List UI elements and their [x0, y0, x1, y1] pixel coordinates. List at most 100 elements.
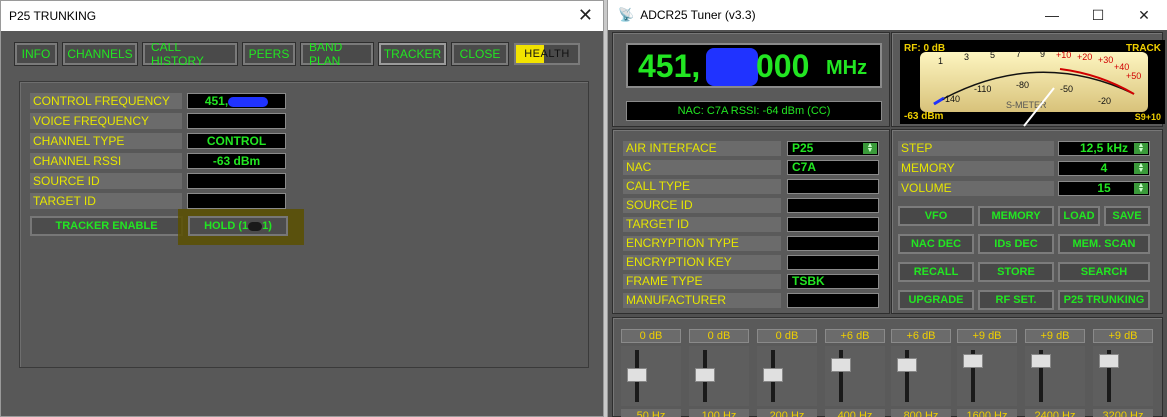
search-button[interactable]: SEARCH [1058, 262, 1150, 282]
maximize-icon[interactable]: ☐ [1075, 0, 1121, 30]
param-label: ENCRYPTION KEY [623, 255, 781, 270]
scale-mark: -140 [942, 94, 961, 104]
tuner-titlebar: 📡 ADCR25 Tuner (v3.3) — ☐ ✕ [608, 0, 1167, 30]
rf-set-button[interactable]: RF SET. [978, 290, 1054, 310]
close-icon[interactable]: ✕ [1121, 0, 1167, 30]
eq-slider-50hz[interactable] [621, 346, 681, 406]
slider-thumb[interactable] [763, 368, 783, 382]
memory-select[interactable]: 4 ▲ ▼ [1058, 161, 1150, 176]
param-value [787, 236, 879, 251]
tab-band-plan[interactable]: BAND PLAN [300, 40, 374, 68]
eq-slider-800hz[interactable] [891, 346, 951, 406]
slider-thumb[interactable] [1099, 354, 1119, 368]
tracker-panel: CONTROL FREQUENCY 451, VOICE FREQUENCY C… [19, 81, 589, 368]
close-icon[interactable]: ✕ [578, 6, 593, 24]
spinner-icon[interactable]: ▲ ▼ [1134, 162, 1148, 174]
frequency-prefix: 451, [638, 48, 701, 84]
eq-band-label: 100 Hz [689, 409, 749, 417]
scale-mark: -20 [1098, 96, 1112, 106]
load-button[interactable]: LOAD [1058, 206, 1100, 226]
eq-band-label: 50 Hz [621, 409, 681, 417]
hold-prefix: HOLD (1 [204, 220, 249, 232]
setting-value: 15 [1097, 181, 1111, 195]
param-label: ENCRYPTION TYPE [623, 236, 781, 251]
eq-slider-200hz[interactable] [757, 346, 817, 406]
param-value [787, 293, 879, 308]
smeter-box: RF: 0 dB TRACK 1 3 5 7 9 +10 +20 +30 +40… [891, 32, 1165, 127]
nac-dec-button[interactable]: NAC DEC [898, 234, 974, 254]
memory-button[interactable]: MEMORY [978, 206, 1054, 226]
p25-trunking-window: P25 TRUNKING ✕ INFO CHANNELS CALL HISTOR… [0, 0, 604, 417]
redaction-mark [248, 221, 263, 231]
ids-dec-button[interactable]: IDs DEC [978, 234, 1054, 254]
tab-call-history[interactable]: CALL HISTORY [142, 40, 238, 68]
window-controls: — ☐ ✕ [1029, 0, 1167, 30]
hold-button[interactable]: HOLD (1 1) [188, 216, 288, 236]
air-interface-select[interactable]: P25 ▲ ▼ [787, 141, 879, 156]
slider-thumb[interactable] [627, 368, 647, 382]
s-reading: S9+10 [1134, 112, 1161, 122]
upgrade-button[interactable]: UPGRADE [898, 290, 974, 310]
eq-slider-2400hz[interactable] [1025, 346, 1085, 406]
tab-peers[interactable]: PEERS [242, 42, 296, 66]
eq-band-label: 3200 Hz [1093, 409, 1153, 417]
eq-slider-100hz[interactable] [689, 346, 749, 406]
p25-trunking-button[interactable]: P25 TRUNKING [1058, 290, 1150, 310]
field-label: VOICE FREQUENCY [30, 113, 182, 129]
spinner-icon[interactable]: ▲ ▼ [1134, 142, 1148, 154]
param-label: FRAME TYPE [623, 274, 781, 289]
nac-rssi-line: NAC: C7A RSSI: -64 dBm (CC) [626, 101, 882, 121]
param-label: NAC [623, 160, 781, 175]
param-label: TARGET ID [623, 217, 781, 232]
eq-band-label: 400 Hz [825, 409, 885, 417]
eq-band-label: 2400 Hz [1025, 409, 1085, 417]
tab-tracker[interactable]: TRACKER [378, 42, 447, 66]
field-control-frequency: CONTROL FREQUENCY 451, [30, 93, 286, 109]
close-button[interactable]: CLOSE [451, 42, 509, 66]
tracker-enable-button[interactable]: TRACKER ENABLE [30, 216, 183, 236]
tab-channels[interactable]: CHANNELS [62, 42, 138, 66]
slider-thumb[interactable] [1031, 354, 1051, 368]
antenna-icon: 📡 [618, 7, 635, 22]
eq-slider-3200hz[interactable] [1093, 346, 1153, 406]
eq-gain-label: +9 dB [957, 329, 1017, 343]
minimize-icon[interactable]: — [1029, 0, 1075, 30]
field-label: CONTROL FREQUENCY [30, 93, 182, 109]
param-value: C7A [787, 160, 879, 175]
volume-select[interactable]: 15 ▲ ▼ [1058, 181, 1150, 196]
setting-label: VOLUME [898, 181, 1054, 196]
eq-slider-400hz[interactable] [825, 346, 885, 406]
vfo-button[interactable]: VFO [898, 206, 974, 226]
field-source-id: SOURCE ID [30, 173, 286, 189]
recall-button[interactable]: RECALL [898, 262, 974, 282]
frequency-display[interactable]: 451, 000 MHz [626, 43, 882, 88]
eq-slider-1600hz[interactable] [957, 346, 1017, 406]
field-value [187, 113, 286, 129]
slider-thumb[interactable] [897, 358, 917, 372]
eq-gain-label: +6 dB [891, 329, 951, 343]
slider-thumb[interactable] [963, 354, 983, 368]
field-label: TARGET ID [30, 193, 182, 209]
trunking-titlebar: P25 TRUNKING ✕ [1, 1, 603, 31]
equalizer-box: 0 dB 50 Hz 0 dB 100 Hz 0 dB 200 Hz +6 dB… [612, 317, 1163, 417]
save-button[interactable]: SAVE [1104, 206, 1150, 226]
field-channel-type: CHANNEL TYPE CONTROL [30, 133, 286, 149]
store-button[interactable]: STORE [978, 262, 1054, 282]
health-indicator[interactable]: HEALTH [514, 43, 580, 65]
slider-thumb[interactable] [695, 368, 715, 382]
field-value: -63 dBm [187, 153, 286, 169]
step-select[interactable]: 12,5 kHz ▲ ▼ [1058, 141, 1150, 156]
tab-info[interactable]: INFO [14, 42, 58, 66]
controls-box: STEP 12,5 kHz ▲ ▼ MEMORY 4 ▲ ▼ VOLUME 15 ▲ ▼ V… [891, 129, 1163, 314]
eq-gain-label: +9 dB [1093, 329, 1153, 343]
redaction-mark [228, 96, 269, 107]
param-label: CALL TYPE [623, 179, 781, 194]
trunking-tabbar: INFO CHANNELS CALL HISTORY PEERS BAND PL… [14, 40, 580, 68]
frequency-box: 451, 000 MHz NAC: C7A RSSI: -64 dBm (CC) [612, 32, 890, 127]
parameters-box: AIR INTERFACE P25 ▲ ▼ NAC C7A CALL TYPE SO… [612, 129, 890, 314]
spinner-icon[interactable]: ▲ ▼ [863, 142, 877, 154]
field-value: 451, [187, 93, 286, 109]
mem-scan-button[interactable]: MEM. SCAN [1058, 234, 1150, 254]
spinner-icon[interactable]: ▲ ▼ [1134, 182, 1148, 194]
slider-thumb[interactable] [831, 358, 851, 372]
